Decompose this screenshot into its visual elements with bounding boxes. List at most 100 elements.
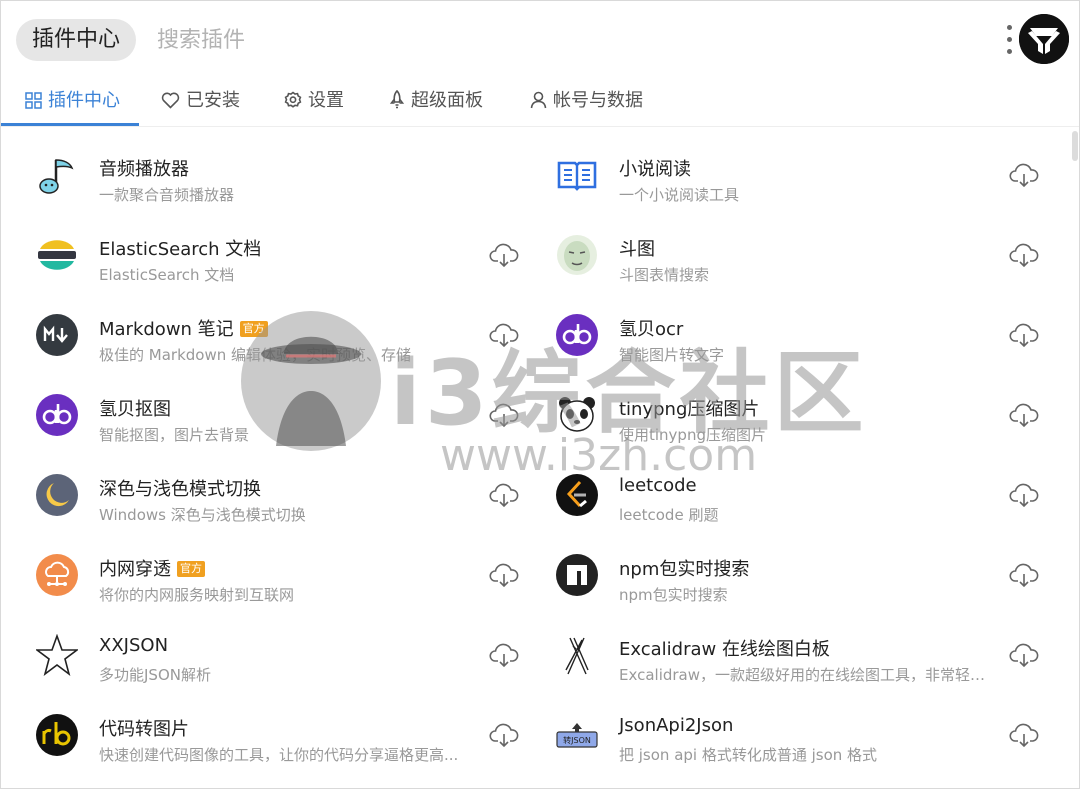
plugin-item[interactable]: leetcode leetcode 刷题 xyxy=(521,464,1041,544)
download-cloud-icon[interactable] xyxy=(1009,642,1039,668)
plugin-desc: ElasticSearch 文档 xyxy=(99,266,235,284)
download-cloud-icon[interactable] xyxy=(489,402,519,428)
plugin-item[interactable]: 斗图 斗图表情搜索 xyxy=(521,224,1041,304)
plugin-desc: 智能图片转文字 xyxy=(619,346,725,364)
user-icon xyxy=(530,91,547,109)
elasticsearch-icon xyxy=(36,234,78,276)
gear-icon xyxy=(284,91,302,108)
scrollbar[interactable] xyxy=(1072,129,1078,789)
plugin-title: 小说阅读 xyxy=(619,159,691,180)
plugin-item[interactable]: Markdown 笔记 官方 极佳的 Markdown 编辑体验，实时预览、存储 xyxy=(1,304,521,384)
plugin-center-window: 插件中心 插件中心 已安装 xyxy=(0,0,1080,789)
plugin-item[interactable]: tinypng压缩图片 使用tinypng压缩图片 xyxy=(521,384,1041,464)
plugin-title: 内网穿透 官方 xyxy=(99,555,205,581)
download-cloud-icon[interactable] xyxy=(489,562,519,588)
json-converter-icon: 转JSON xyxy=(556,714,598,756)
book-icon xyxy=(556,154,598,196)
network-icon xyxy=(36,554,78,596)
plugin-item[interactable]: 小说阅读 一个小说阅读工具 xyxy=(521,144,1041,224)
tab-settings[interactable]: 设置 xyxy=(284,79,344,127)
grid-icon xyxy=(25,92,42,109)
tab-account-data[interactable]: 帐号与数据 xyxy=(530,79,643,127)
plugin-title: JsonApi2Json xyxy=(619,715,734,736)
app-logo[interactable] xyxy=(1019,14,1069,64)
plugin-title: Excalidraw 在线绘图白板 xyxy=(619,639,830,660)
download-cloud-icon[interactable] xyxy=(489,482,519,508)
tab-plugin-center[interactable]: 插件中心 xyxy=(25,79,120,127)
tab-label: 已安装 xyxy=(186,90,240,111)
tab-label: 超级面板 xyxy=(411,90,483,111)
plugin-item[interactable]: ElasticSearch 文档 ElasticSearch 文档 xyxy=(1,224,521,304)
download-cloud-icon[interactable] xyxy=(489,242,519,268)
plugin-item[interactable]: 转JSON JsonApi2Json 把 json api 格式转化成普通 js… xyxy=(521,704,1041,784)
plugin-item[interactable]: 音频播放器 一款聚合音频播放器 xyxy=(1,144,521,224)
plugin-item[interactable]: 氢贝ocr 智能图片转文字 xyxy=(521,304,1041,384)
plugin-title: leetcode xyxy=(619,475,697,496)
plugin-title: 深色与浅色模式切换 xyxy=(99,479,261,500)
active-tab-indicator xyxy=(1,123,139,126)
tab-label: 帐号与数据 xyxy=(553,90,643,111)
plugin-desc: 使用tinypng压缩图片 xyxy=(619,426,766,444)
plugin-desc: 一款聚合音频播放器 xyxy=(99,186,235,204)
download-cloud-icon[interactable] xyxy=(489,322,519,348)
download-cloud-icon[interactable] xyxy=(1009,242,1039,268)
official-badge: 官方 xyxy=(239,321,268,337)
scrollbar-thumb[interactable] xyxy=(1072,131,1078,161)
plugin-title: tinypng压缩图片 xyxy=(619,399,760,420)
plugin-desc: Windows 深色与浅色模式切换 xyxy=(99,506,306,524)
download-cloud-icon[interactable] xyxy=(1009,322,1039,348)
plugin-desc: Excalidraw，一款超级好用的在线绘图工具，非常轻量... xyxy=(619,666,999,684)
star-icon xyxy=(34,633,80,677)
plugin-title: npm包实时搜索 xyxy=(619,559,750,580)
plugin-title: Markdown 笔记 官方 xyxy=(99,315,268,341)
plugin-desc: 智能抠图，图片去背景 xyxy=(99,426,250,444)
plugin-item[interactable]: 代码转图片 快速创建代码图像的工具，让你的代码分享逼格更高... xyxy=(1,704,521,784)
plugin-title: ElasticSearch 文档 xyxy=(99,239,262,260)
plugin-title: 氢贝抠图 xyxy=(99,399,171,420)
plugin-item[interactable]: 氢贝抠图 智能抠图，图片去背景 xyxy=(1,384,521,464)
plugin-title: XXJSON xyxy=(99,635,169,656)
plugin-desc: leetcode 刷题 xyxy=(619,506,719,524)
tab-super-panel[interactable]: 超级面板 xyxy=(389,79,483,127)
tab-label: 设置 xyxy=(308,90,344,111)
plugin-desc: 多功能JSON解析 xyxy=(99,666,211,684)
download-cloud-icon[interactable] xyxy=(1009,722,1039,748)
download-cloud-icon[interactable] xyxy=(1009,562,1039,588)
excalidraw-icon xyxy=(556,634,598,676)
plugin-desc: 极佳的 Markdown 编辑体验，实时预览、存储 xyxy=(99,346,411,364)
panda-icon xyxy=(556,394,598,436)
leetcode-icon xyxy=(556,474,598,516)
music-note-icon xyxy=(36,154,78,196)
plugin-title: 音频播放器 xyxy=(99,159,189,180)
app-label-pill[interactable]: 插件中心 xyxy=(16,19,137,61)
download-cloud-icon[interactable] xyxy=(489,642,519,668)
plugin-desc: npm包实时搜索 xyxy=(619,586,728,604)
plugin-title: 代码转图片 xyxy=(99,719,189,740)
tab-label: 插件中心 xyxy=(48,90,120,111)
meme-face-icon xyxy=(556,234,598,276)
plugin-desc: 一个小说阅读工具 xyxy=(619,186,740,204)
svg-text:转JSON: 转JSON xyxy=(563,735,591,745)
plugin-desc: 把 json api 格式转化成普通 json 格式 xyxy=(619,746,878,764)
markdown-icon xyxy=(36,314,78,356)
rb-icon xyxy=(36,714,78,756)
more-vertical-icon[interactable] xyxy=(1003,25,1015,55)
heart-icon xyxy=(161,92,180,109)
qingbei-icon xyxy=(556,314,598,356)
plugin-item[interactable]: 深色与浅色模式切换 Windows 深色与浅色模式切换 xyxy=(1,464,521,544)
tab-installed[interactable]: 已安装 xyxy=(161,79,240,127)
plugin-item[interactable]: XXJSON 多功能JSON解析 xyxy=(1,624,521,704)
plugin-item[interactable]: Excalidraw 在线绘图白板 Excalidraw，一款超级好用的在线绘图… xyxy=(521,624,1041,704)
search-input[interactable] xyxy=(151,19,851,61)
plugin-desc: 快速创建代码图像的工具，让你的代码分享逼格更高... xyxy=(99,746,459,764)
tab-bar: 插件中心 已安装 设置 超级面板 帐号与数据 xyxy=(1,79,1079,127)
download-cloud-icon[interactable] xyxy=(489,722,519,748)
download-cloud-icon[interactable] xyxy=(1009,402,1039,428)
download-cloud-icon[interactable] xyxy=(1009,482,1039,508)
plugin-item[interactable]: 内网穿透 官方 将你的内网服务映射到互联网 xyxy=(1,544,521,624)
plugin-title: 斗图 xyxy=(619,239,655,260)
qingbei-icon xyxy=(36,394,78,436)
plugin-item[interactable]: npm包实时搜索 npm包实时搜索 xyxy=(521,544,1041,624)
header: 插件中心 xyxy=(1,1,1079,79)
download-cloud-icon[interactable] xyxy=(1009,162,1039,188)
